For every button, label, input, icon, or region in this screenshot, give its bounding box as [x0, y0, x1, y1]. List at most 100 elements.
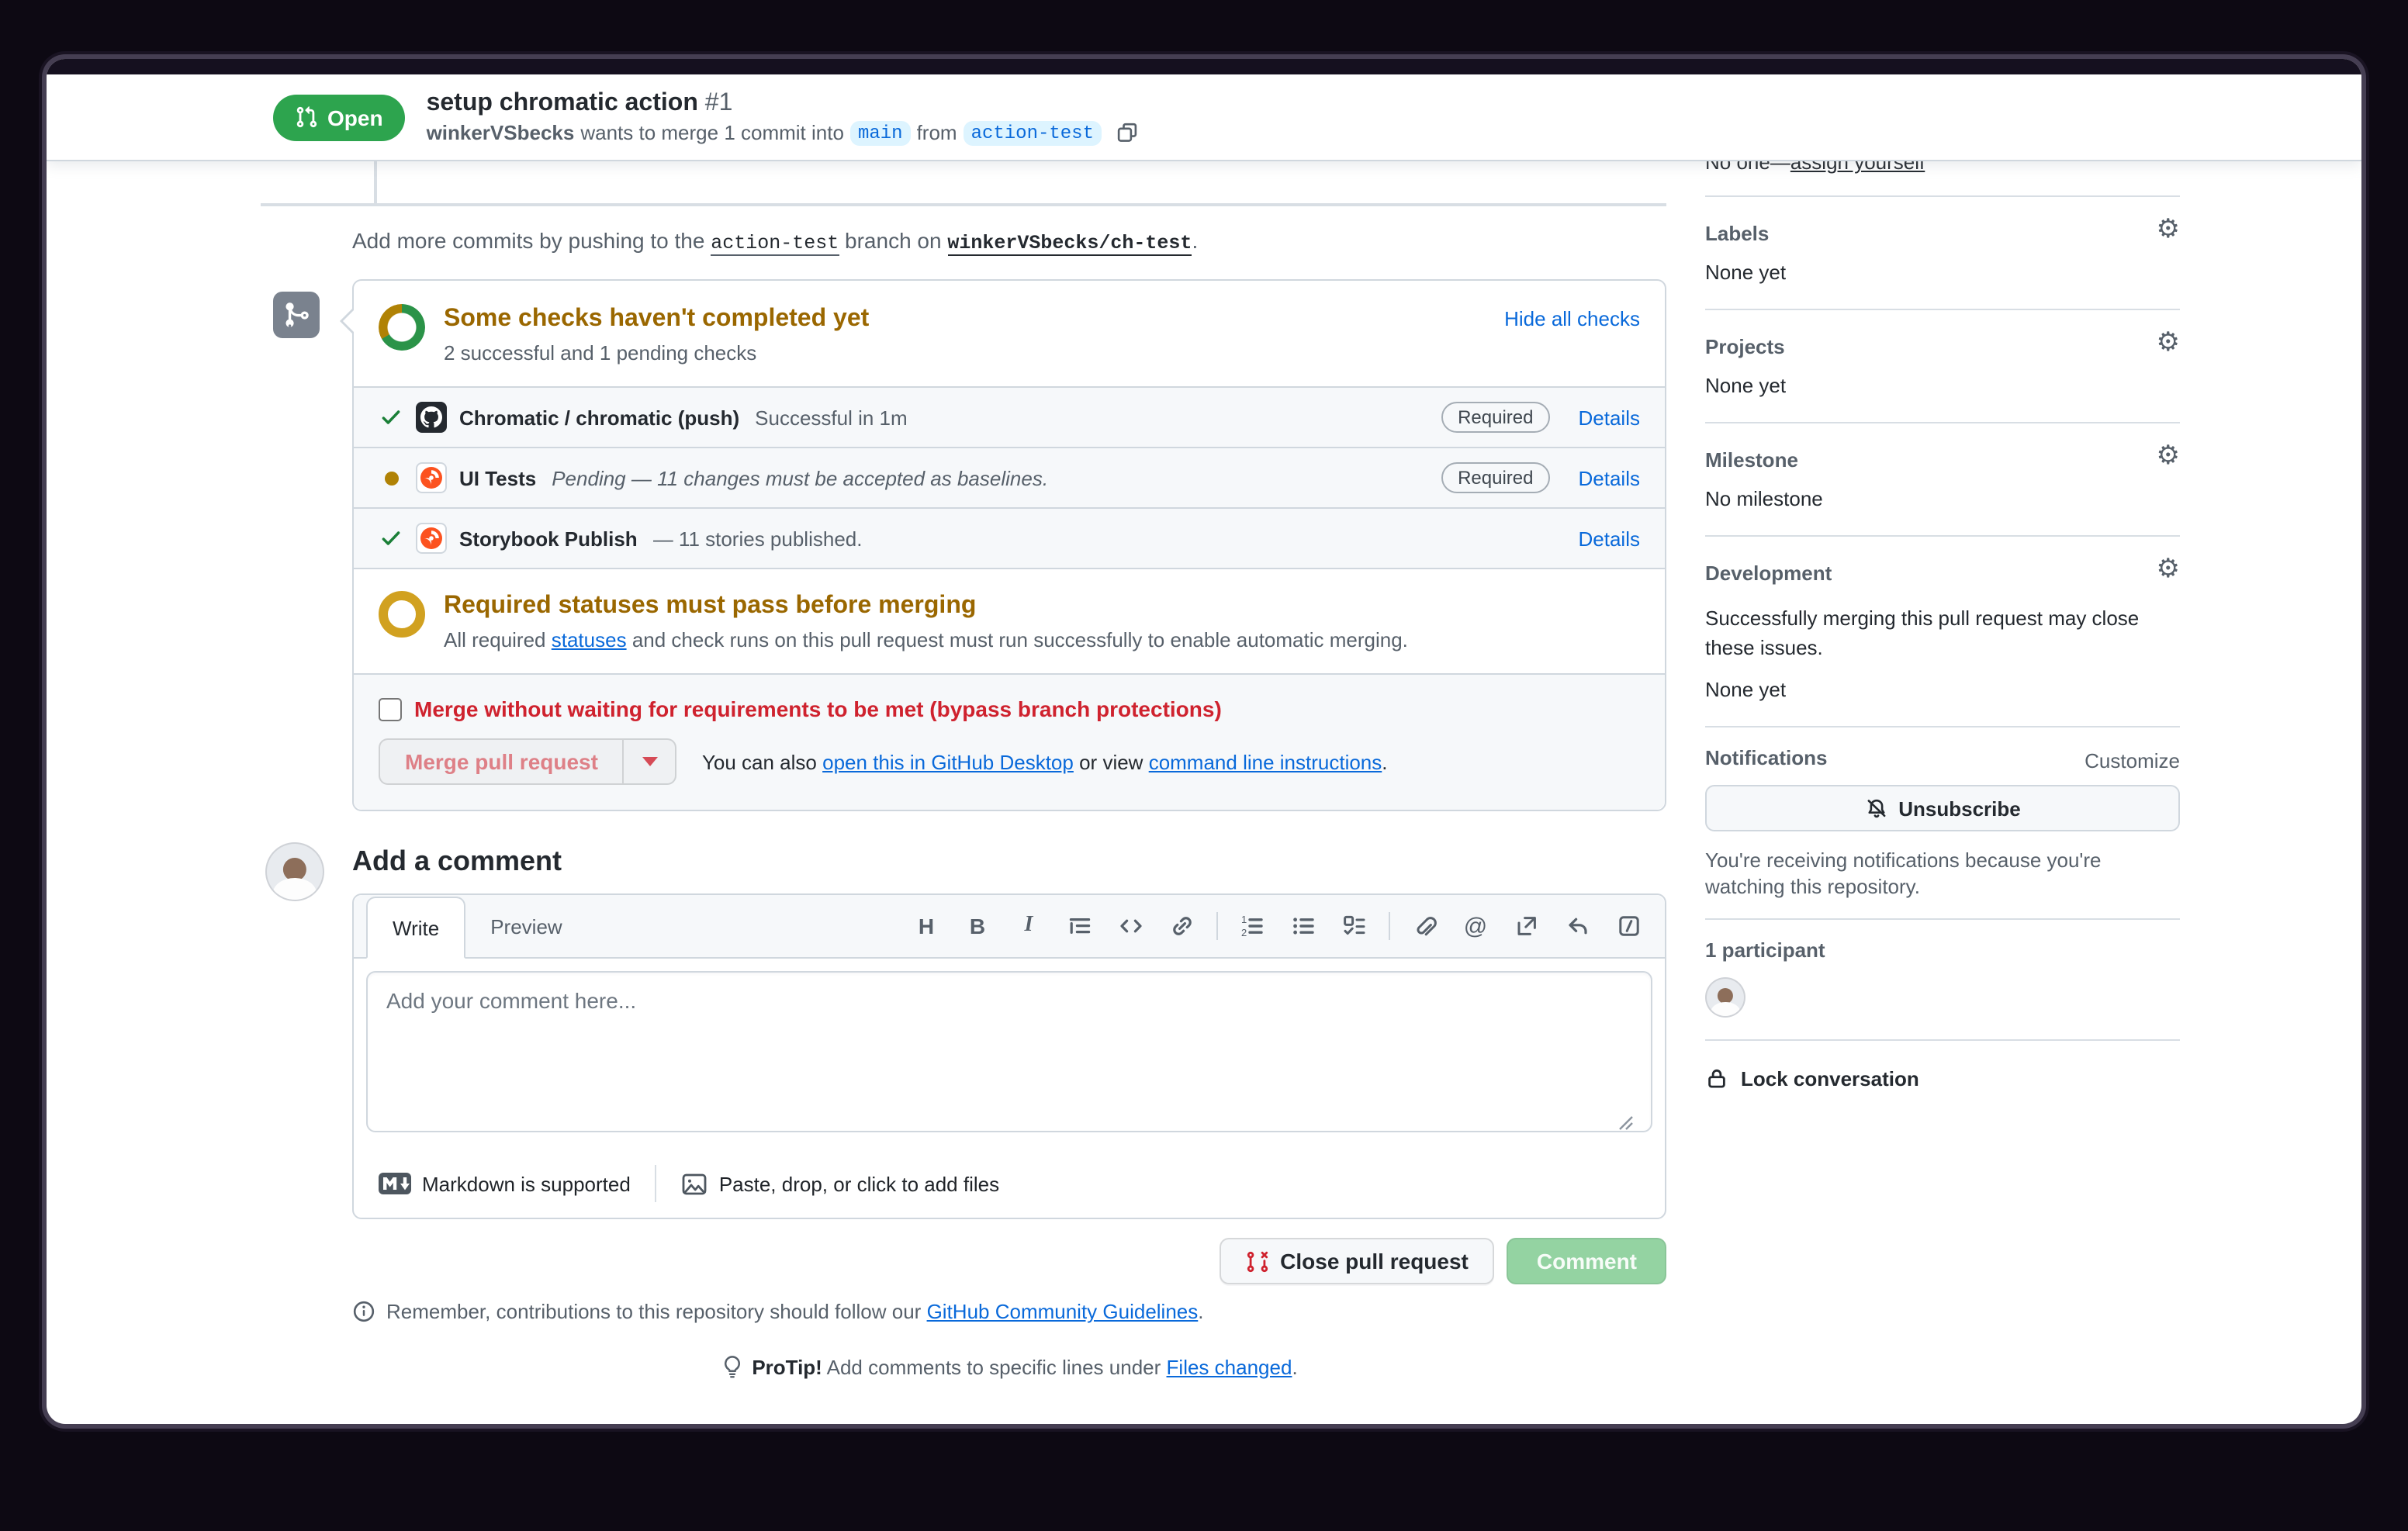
toolbar-separator: [1216, 912, 1218, 940]
saved-replies-icon[interactable]: [1558, 906, 1598, 946]
pr-closed-icon: [1247, 1250, 1268, 1272]
previous-timeline-box-edge: [261, 160, 1666, 206]
details-link[interactable]: Details: [1579, 466, 1641, 489]
sidebar-section-labels[interactable]: Labels ⚙ None yet: [1705, 197, 2180, 310]
base-branch-chip[interactable]: main: [849, 120, 911, 145]
details-link[interactable]: Details: [1579, 527, 1641, 550]
mention-icon[interactable]: @: [1455, 906, 1496, 946]
repo-name[interactable]: winkerVSbecks/ch-test: [947, 233, 1192, 256]
attach-files-label: Paste, drop, or click to add files: [718, 1172, 1000, 1195]
gear-icon[interactable]: ⚙: [2157, 555, 2181, 582]
also-post: .: [1382, 750, 1388, 773]
sidebar-section-milestone[interactable]: Milestone ⚙ No milestone: [1705, 423, 2180, 537]
bullet-list-icon[interactable]: [1283, 906, 1323, 946]
development-value: None yet: [1705, 678, 1787, 701]
quote-icon[interactable]: [1060, 906, 1100, 946]
attach-file-icon[interactable]: [1404, 906, 1444, 946]
window-top-chrome: [47, 59, 2361, 74]
development-title: Development: [1705, 562, 1832, 585]
sidebar: No one—assign yourself Labels ⚙ None yet…: [1705, 150, 2180, 1379]
markdown-supported[interactable]: Markdown is supported: [379, 1172, 631, 1195]
protip: ProTip! Add comments to specific lines u…: [352, 1354, 1666, 1379]
details-link[interactable]: Details: [1579, 406, 1641, 429]
code-icon[interactable]: [1111, 906, 1151, 946]
cross-reference-icon[interactable]: [1507, 906, 1547, 946]
close-pull-request-button[interactable]: Close pull request: [1220, 1238, 1495, 1284]
checks-summary-title: Some checks haven't completed yet: [444, 306, 870, 332]
italic-icon[interactable]: I: [1009, 906, 1049, 946]
command-line-link[interactable]: command line instructions: [1149, 750, 1382, 773]
check-description: Pending — 11 changes must be accepted as…: [552, 466, 1049, 489]
merge-section: Merge without waiting for requirements t…: [354, 673, 1665, 810]
pr-sticky-header: Open setup chromatic action #1 winkerVSb…: [47, 74, 2361, 160]
link-icon[interactable]: [1162, 906, 1202, 946]
avatar: [265, 842, 324, 901]
toolbar-separator: [1389, 912, 1390, 940]
tab-preview[interactable]: Preview: [465, 897, 587, 957]
merge-alternatives-text: You can also open this in GitHub Desktop…: [702, 750, 1388, 773]
task-list-icon[interactable]: [1334, 906, 1375, 946]
check-row: Chromatic / chromatic (push) Successful …: [354, 386, 1665, 447]
tab-write[interactable]: Write: [366, 897, 466, 959]
add-commits-period: .: [1192, 228, 1199, 253]
community-guidelines-link[interactable]: GitHub Community Guidelines: [927, 1300, 1199, 1323]
merge-options-dropdown[interactable]: [624, 738, 677, 785]
gear-icon[interactable]: ⚙: [2157, 329, 2181, 355]
check-name: UI Tests: [459, 466, 537, 489]
heading-icon[interactable]: H: [906, 906, 946, 946]
check-row: UI Tests Pending — 11 changes must be ac…: [354, 447, 1665, 507]
bypass-protections-checkbox[interactable]: [379, 697, 402, 721]
comment-editor-card: Write Preview H B I 12 @ Add your commen…: [352, 893, 1666, 1219]
protip-text: Add comments to specific lines under: [822, 1355, 1167, 1378]
add-commits-text2: branch on: [839, 228, 948, 253]
attach-files-action[interactable]: Paste, drop, or click to add files: [682, 1172, 999, 1195]
gear-icon[interactable]: ⚙: [2157, 442, 2181, 468]
image-icon: [683, 1173, 708, 1194]
projects-title: Projects: [1705, 335, 1785, 358]
comment-button[interactable]: Comment: [1507, 1238, 1666, 1284]
pr-author-link[interactable]: winkerVSbecks: [427, 121, 575, 144]
sidebar-section-projects[interactable]: Projects ⚙ None yet: [1705, 310, 2180, 423]
bold-icon[interactable]: B: [957, 906, 998, 946]
numbered-list-icon[interactable]: 12: [1232, 906, 1272, 946]
sidebar-section-development[interactable]: Development ⚙ Successfully merging this …: [1705, 537, 2180, 727]
branch-name[interactable]: action-test: [711, 233, 839, 256]
comment-input[interactable]: [366, 971, 1652, 1132]
github-actions-icon: [416, 402, 447, 433]
unsubscribe-label: Unsubscribe: [1898, 797, 2021, 820]
git-merge-icon: [273, 292, 320, 338]
chromatic-icon: [416, 523, 447, 554]
slash-commands-icon[interactable]: [1609, 906, 1649, 946]
merge-text: wants to merge 1 commit into: [580, 121, 844, 144]
sidebar-section-notifications: Notifications Customize Unsubscribe You'…: [1705, 727, 2180, 920]
required-desc-pre: All required: [444, 628, 552, 651]
unsubscribe-button[interactable]: Unsubscribe: [1705, 785, 2180, 831]
also-mid: or view: [1073, 750, 1149, 773]
info-icon: [353, 1301, 375, 1322]
bypass-protections-label: Merge without waiting for requirements t…: [414, 696, 1222, 721]
files-changed-link[interactable]: Files changed: [1167, 1355, 1292, 1378]
check-pending-icon: [379, 471, 403, 485]
footer-separator: [655, 1165, 657, 1202]
check-name: Chromatic / chromatic (push): [459, 406, 740, 429]
pr-number: #1: [704, 89, 733, 116]
copy-branch-icon[interactable]: [1116, 121, 1139, 144]
statuses-link[interactable]: statuses: [552, 628, 627, 651]
required-statuses-ring-icon: [379, 591, 425, 638]
check-row: Storybook Publish — 11 stories published…: [354, 507, 1665, 568]
check-name: Storybook Publish: [459, 527, 638, 550]
development-desc: Successfully merging this pull request m…: [1705, 607, 2140, 659]
lock-conversation-label: Lock conversation: [1741, 1067, 1919, 1090]
github-desktop-link[interactable]: open this in GitHub Desktop: [822, 750, 1074, 773]
head-branch-chip[interactable]: action-test: [963, 120, 1102, 145]
check-description: — 11 stories published.: [652, 527, 863, 550]
required-desc-post: and check runs on this pull request must…: [626, 628, 1408, 651]
projects-value: None yet: [1705, 374, 1787, 397]
participants-title: 1 participant: [1705, 938, 1825, 962]
lock-conversation[interactable]: Lock conversation: [1705, 1041, 2180, 1117]
gear-icon[interactable]: ⚙: [2157, 216, 2181, 242]
hide-all-checks-link[interactable]: Hide all checks: [1504, 307, 1640, 330]
customize-link[interactable]: Customize: [2085, 749, 2180, 772]
merge-pull-request-button[interactable]: Merge pull request: [379, 738, 624, 785]
avatar[interactable]: [1705, 977, 1745, 1018]
